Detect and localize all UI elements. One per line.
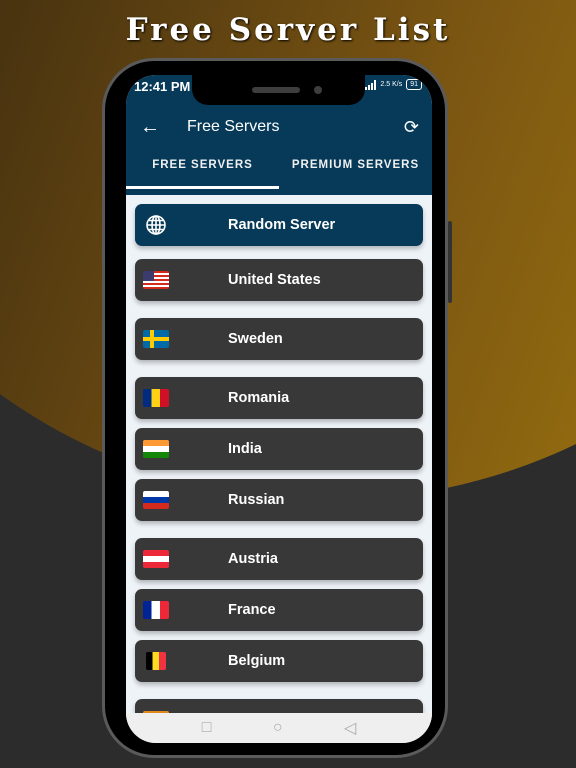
back-arrow-icon[interactable]: ← [140, 117, 160, 137]
android-nav-bar: □ ○ ◁ [126, 713, 432, 743]
server-label: Belgium [228, 653, 286, 669]
server-item-india[interactable]: India [135, 428, 423, 470]
front-camera [314, 86, 322, 94]
server-item-united-states[interactable]: United States [135, 259, 423, 301]
globe-icon [145, 214, 167, 236]
phone-frame: 12:41 PM 4G 2.5 K/s 91 ← Free Servers ⟳ … [102, 58, 452, 758]
home-icon[interactable]: ○ [273, 719, 283, 737]
flag-at-icon [143, 550, 169, 568]
flag-fr-icon [143, 601, 169, 619]
server-item-france[interactable]: France [135, 589, 423, 631]
server-label: Austria [228, 551, 278, 567]
server-item-sweden[interactable]: Sweden [135, 318, 423, 360]
server-item-romania[interactable]: Romania [135, 377, 423, 419]
server-label: Romania [228, 390, 290, 406]
server-item-russian[interactable]: Russian [135, 479, 423, 521]
tab-free-servers[interactable]: FREE SERVERS [126, 153, 279, 195]
server-item-random[interactable]: Random Server [135, 204, 423, 246]
nav-back-icon[interactable]: ◁ [344, 718, 356, 738]
toolbar: ← Free Servers ⟳ [126, 115, 432, 139]
promo-title: Free Server List [125, 12, 451, 48]
refresh-icon[interactable]: ⟳ [404, 117, 419, 138]
server-label: Random Server [228, 217, 336, 233]
server-label: Russian [228, 492, 285, 508]
flag-ro-icon [143, 389, 169, 407]
flag-se-icon [143, 330, 169, 348]
flag-us-icon [143, 271, 169, 289]
tab-premium-servers[interactable]: PREMIUM SERVERS [279, 153, 432, 195]
server-list: Random Server United States Sweden Roman… [126, 195, 432, 741]
notch [192, 75, 365, 105]
page-title: Free Servers [187, 118, 280, 135]
status-time: 12:41 PM [134, 79, 191, 94]
server-label: India [228, 441, 262, 457]
flag-in-icon [143, 440, 169, 458]
server-label: Sweden [228, 331, 283, 347]
phone-side-button [448, 221, 452, 303]
speaker [252, 87, 300, 93]
server-item-belgium[interactable]: Belgium [135, 640, 423, 682]
tab-bar: FREE SERVERS PREMIUM SERVERS [126, 153, 432, 195]
server-label: France [228, 602, 276, 618]
network-speed: 2.5 K/s [380, 81, 403, 88]
phone-screen: 12:41 PM 4G 2.5 K/s 91 ← Free Servers ⟳ … [126, 75, 432, 743]
flag-be-icon [146, 652, 166, 670]
server-label: United States [228, 272, 321, 288]
flag-ru-icon [143, 491, 169, 509]
recents-icon[interactable]: □ [202, 719, 212, 737]
server-item-austria[interactable]: Austria [135, 538, 423, 580]
signal-icon [365, 79, 377, 90]
battery-icon: 91 [406, 79, 422, 90]
